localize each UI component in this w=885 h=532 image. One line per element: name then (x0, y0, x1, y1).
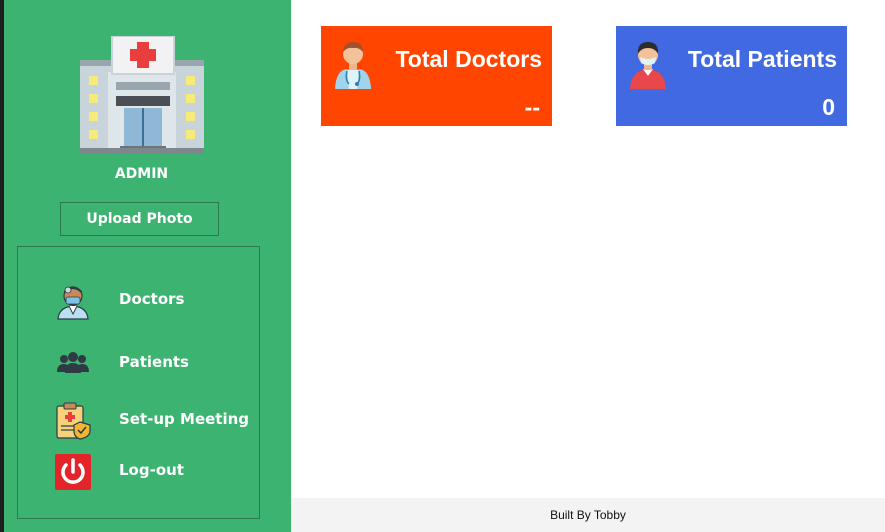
footer: Built By Tobby (291, 498, 885, 532)
power-icon (55, 454, 91, 490)
total-doctors-card[interactable]: Total Doctors -- (321, 26, 552, 126)
doctor-icon (335, 42, 371, 89)
card-title: Total Doctors (395, 46, 542, 72)
sidebar-nav: Doctors Patients Set-up Meeting Log-out (17, 246, 260, 519)
sidebar-item-label: Set-up Meeting (119, 410, 250, 428)
doctor-icon (57, 286, 89, 320)
sidebar: ADMIN Upload Photo Doctors Patients Set-… (4, 0, 291, 532)
sidebar-item-label: Patients (119, 353, 189, 371)
card-title: Total Patients (687, 46, 837, 72)
footer-credit: Built By Tobby (550, 508, 626, 522)
main-content: Total Doctors -- Total Patients 0 (291, 0, 885, 532)
patients-group-icon (57, 352, 89, 373)
card-value: 0 (822, 94, 835, 120)
card-value: -- (524, 94, 540, 120)
sidebar-item-logout[interactable]: Log-out (18, 449, 259, 493)
patient-icon (630, 42, 666, 89)
sidebar-item-label: Log-out (119, 461, 184, 479)
user-role-label: ADMIN (114, 166, 169, 182)
sidebar-item-doctors[interactable]: Doctors (18, 278, 259, 322)
clipboard-meeting-icon (56, 402, 91, 440)
total-patients-card[interactable]: Total Patients 0 (616, 26, 847, 126)
sidebar-item-patients[interactable]: Patients (18, 341, 259, 385)
hospital-building-icon (80, 36, 204, 154)
sidebar-item-setup-meeting[interactable]: Set-up Meeting (18, 398, 259, 442)
upload-photo-button[interactable]: Upload Photo (60, 202, 219, 236)
sidebar-item-label: Doctors (119, 290, 185, 308)
